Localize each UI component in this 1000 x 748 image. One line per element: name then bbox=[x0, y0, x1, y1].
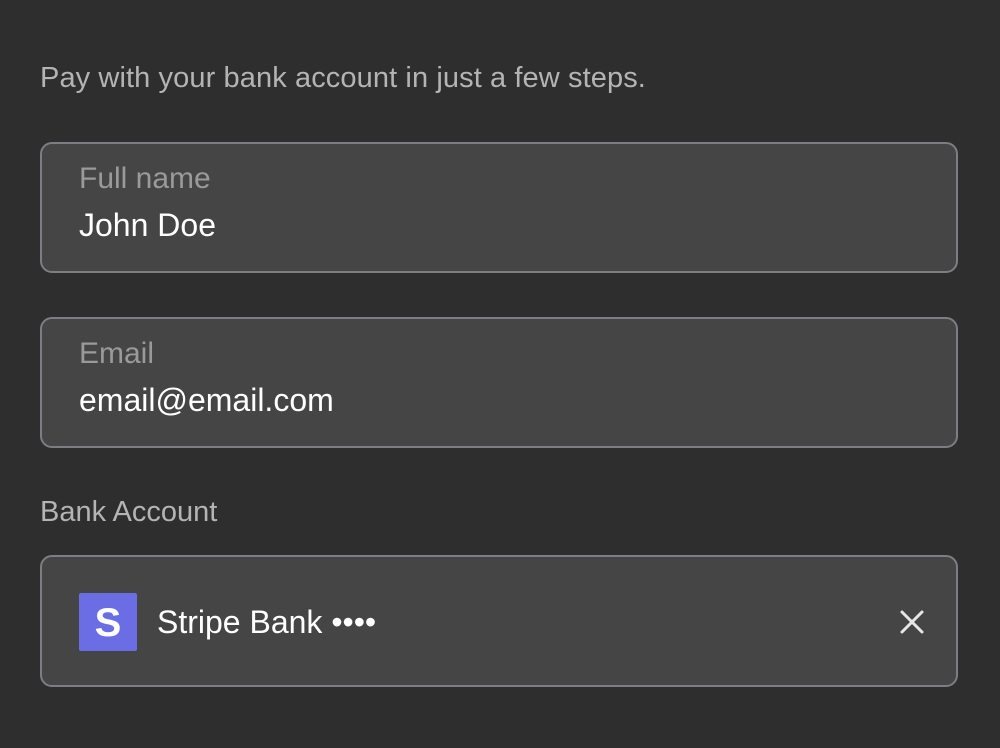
remove-bank-button[interactable] bbox=[898, 608, 926, 636]
svg-text:S: S bbox=[95, 601, 122, 645]
close-icon bbox=[900, 610, 924, 634]
full-name-input[interactable] bbox=[79, 207, 899, 244]
email-input[interactable] bbox=[79, 382, 899, 419]
full-name-field[interactable]: Full name bbox=[40, 142, 958, 273]
bank-payment-form: Pay with your bank account in just a few… bbox=[0, 0, 1000, 748]
stripe-bank-logo-icon: S bbox=[79, 593, 137, 651]
bank-account-box: S Stripe Bank •••• bbox=[40, 555, 958, 687]
intro-text: Pay with your bank account in just a few… bbox=[40, 62, 646, 94]
email-label: Email bbox=[79, 337, 155, 370]
bank-account-label: Bank Account bbox=[40, 496, 218, 528]
full-name-label: Full name bbox=[79, 162, 211, 195]
email-field[interactable]: Email bbox=[40, 317, 958, 448]
bank-name: Stripe Bank •••• bbox=[157, 604, 377, 640]
